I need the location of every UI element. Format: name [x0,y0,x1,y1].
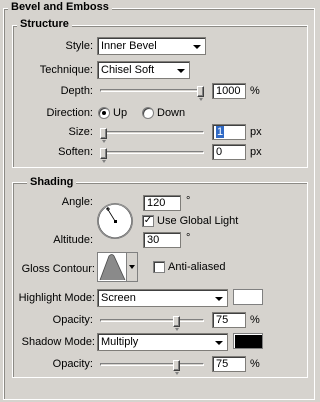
soften-label: Soften: [58,146,93,158]
shadow-opacity-input[interactable]: 75 [212,356,246,372]
direction-label: Direction: [46,107,93,119]
highlight-mode-value: Screen [101,292,136,304]
technique-value: Chisel Soft [101,64,155,76]
altitude-label: Altitude: [53,234,93,246]
size-slider-thumb[interactable] [100,128,107,143]
direction-down-radio[interactable] [142,107,154,119]
structure-legend: Structure [17,18,72,31]
angle-unit: ° [186,195,191,207]
highlight-opacity-label: Opacity: [52,314,93,326]
shadow-opacity-unit: % [250,358,260,370]
altitude-input[interactable]: 30 [143,232,181,248]
anti-aliased-label[interactable]: Anti-aliased [168,260,225,274]
anti-aliased-checkbox[interactable] [153,261,165,273]
highlight-opacity-slider-thumb[interactable] [172,316,180,331]
check-icon: ✓ [143,215,153,226]
depth-input[interactable]: 1000 [212,83,246,99]
soften-unit: px [250,146,262,158]
highlight-mode-dropdown[interactable]: Screen [97,289,228,307]
shadow-opacity-slider-thumb[interactable] [172,360,180,375]
size-slider-track[interactable] [100,131,204,134]
size-input[interactable]: 1 [212,124,246,140]
chevron-down-icon [177,69,185,73]
size-unit: px [250,126,262,138]
size-label: Size: [68,126,93,138]
soften-slider-thumb[interactable] [100,148,107,163]
soften-slider-track[interactable] [100,151,204,154]
angle-dial[interactable] [96,202,134,240]
depth-slider-thumb[interactable] [197,86,204,101]
gloss-contour-picker[interactable] [97,252,138,282]
highlight-opacity-slider-track[interactable] [100,319,204,322]
technique-label: Technique: [39,64,93,76]
use-global-light-label[interactable]: Use Global Light [157,214,238,228]
highlight-opacity-input[interactable]: 75 [212,312,246,328]
panel-title: Bevel and Emboss [8,1,112,14]
direction-up-radio[interactable] [98,107,110,119]
chevron-down-icon [129,265,135,269]
soften-input[interactable]: 0 [212,144,246,160]
depth-unit: % [250,85,260,97]
use-global-light-checkbox[interactable]: ✓ [142,215,154,227]
style-value: Inner Bevel [101,40,157,52]
highlight-mode-label: Highlight Mode: [18,292,95,304]
altitude-unit: ° [186,232,191,244]
direction-down-label[interactable]: Down [157,106,185,120]
chevron-down-icon [215,341,223,345]
direction-up-label[interactable]: Up [113,106,127,120]
size-value: 1 [216,126,225,138]
highlight-opacity-unit: % [250,314,260,326]
style-dropdown[interactable]: Inner Bevel [97,37,206,55]
gloss-contour-label: Gloss Contour: [21,263,95,275]
shading-legend: Shading [27,176,77,189]
chevron-down-icon [193,45,201,49]
shadow-mode-dropdown[interactable]: Multiply [97,333,228,351]
shadow-mode-value: Multiply [101,336,139,348]
shadow-opacity-slider-track[interactable] [100,363,204,366]
style-label: Style: [65,40,93,52]
depth-label: Depth: [60,85,93,97]
gloss-contour-preview [99,253,127,281]
angle-input[interactable]: 120 [143,195,181,211]
shadow-opacity-label: Opacity: [52,358,93,370]
technique-dropdown[interactable]: Chisel Soft [97,61,190,79]
angle-label: Angle: [61,196,93,208]
chevron-down-icon [215,297,223,301]
gloss-contour-dropdown-button[interactable] [126,253,137,281]
depth-slider-track[interactable] [100,89,204,92]
shadow-color-swatch[interactable] [233,333,263,349]
highlight-color-swatch[interactable] [233,289,263,305]
shadow-mode-label: Shadow Mode: [21,336,95,348]
